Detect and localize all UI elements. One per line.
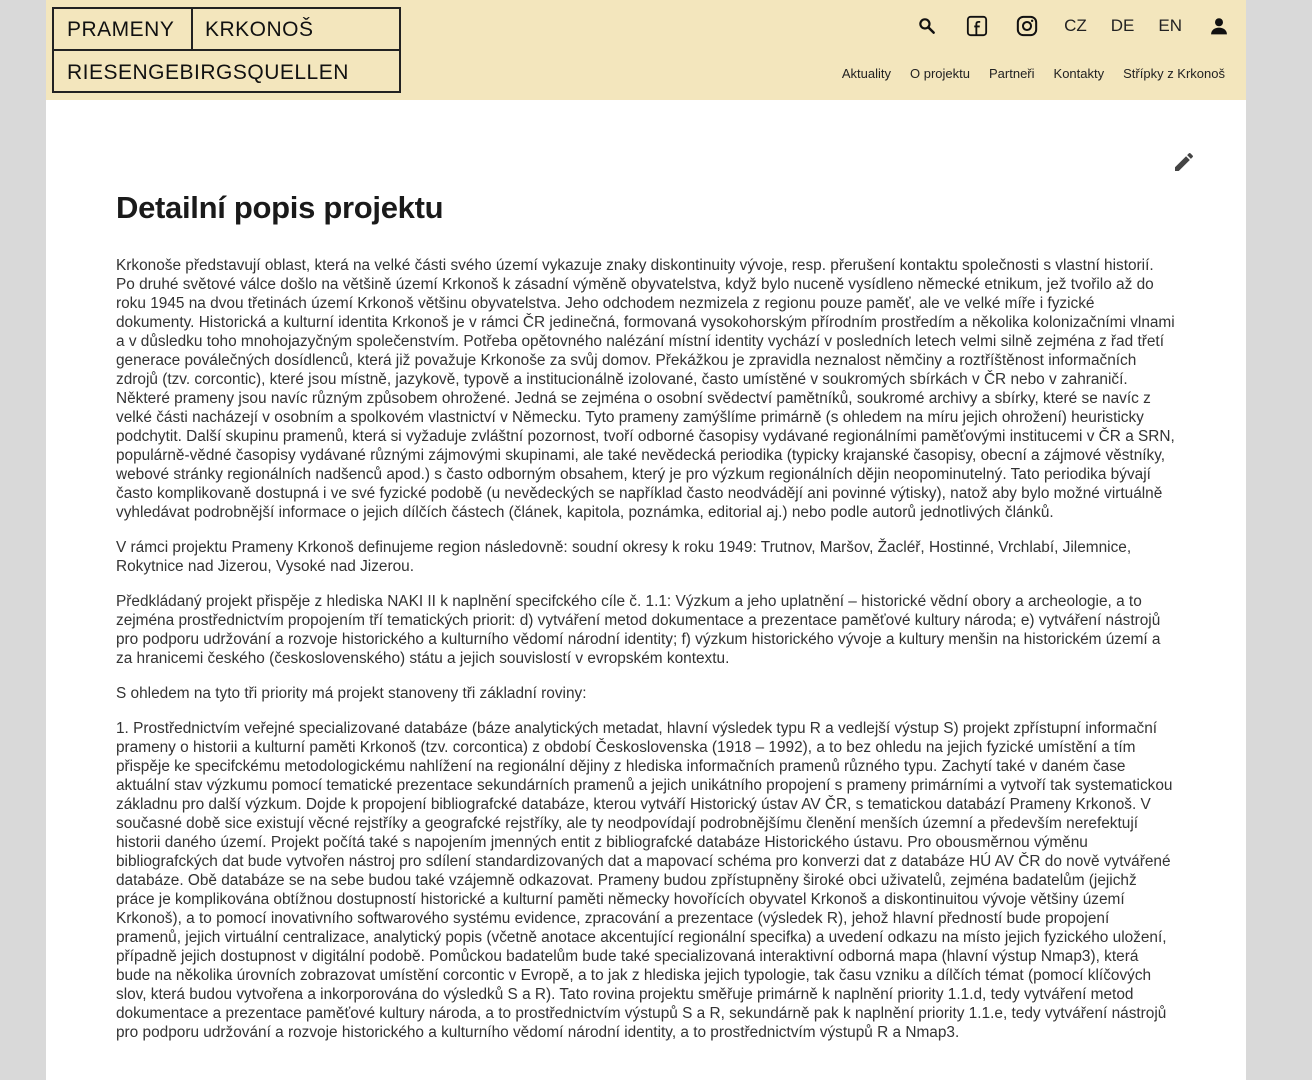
instagram-icon[interactable]: [1014, 13, 1040, 39]
nav-item-o-projektu[interactable]: O projektu: [910, 66, 970, 81]
language-de[interactable]: DE: [1111, 16, 1135, 36]
site-logo[interactable]: PRAMENY KRKONOŠ RIESENGEBIRGSQUELLEN: [52, 7, 401, 93]
facebook-icon[interactable]: [964, 13, 990, 39]
search-icon[interactable]: [914, 13, 940, 39]
nav-item-stripky[interactable]: Střípky z Krkonoš: [1123, 66, 1225, 81]
language-cz[interactable]: CZ: [1064, 16, 1087, 36]
page-title: Detailní popis projektu: [116, 190, 444, 225]
paragraph-naki: Předkládaný projekt přispěje z hlediska …: [116, 593, 1161, 667]
edit-pencil-icon[interactable]: [1172, 150, 1196, 174]
paragraph-priorities: S ohledem na tyto tři priority má projek…: [116, 685, 587, 702]
language-en[interactable]: EN: [1158, 16, 1182, 36]
logo-word-krkonos: KRKONOŠ: [205, 18, 314, 41]
user-icon[interactable]: [1206, 13, 1232, 39]
logo-word-prameny: PRAMENY: [67, 18, 175, 41]
nav-item-partneri[interactable]: Partneři: [989, 66, 1035, 81]
page: PRAMENY KRKONOŠ RIESENGEBIRGSQUELLEN CZ …: [46, 0, 1246, 1080]
paragraph-region: V rámci projektu Prameny Krkonoš definuj…: [116, 539, 1132, 575]
site-header: PRAMENY KRKONOŠ RIESENGEBIRGSQUELLEN CZ …: [46, 0, 1246, 100]
paragraph-level-1: 1. Prostřednictvím veřejné specializovan…: [116, 720, 1173, 1041]
main-nav: Aktuality O projektu Partneři Kontakty S…: [823, 66, 1225, 81]
logo-word-riesengebirgsquellen: RIESENGEBIRGSQUELLEN: [67, 61, 349, 84]
paragraph-intro: Krkonoše představují oblast, která na ve…: [116, 257, 1175, 521]
nav-item-aktuality[interactable]: Aktuality: [842, 66, 891, 81]
article: Detailní popis projektu Krkonoše předsta…: [116, 190, 1176, 1058]
header-toolbar: CZ DE EN: [890, 13, 1232, 39]
nav-item-kontakty[interactable]: Kontakty: [1054, 66, 1105, 81]
